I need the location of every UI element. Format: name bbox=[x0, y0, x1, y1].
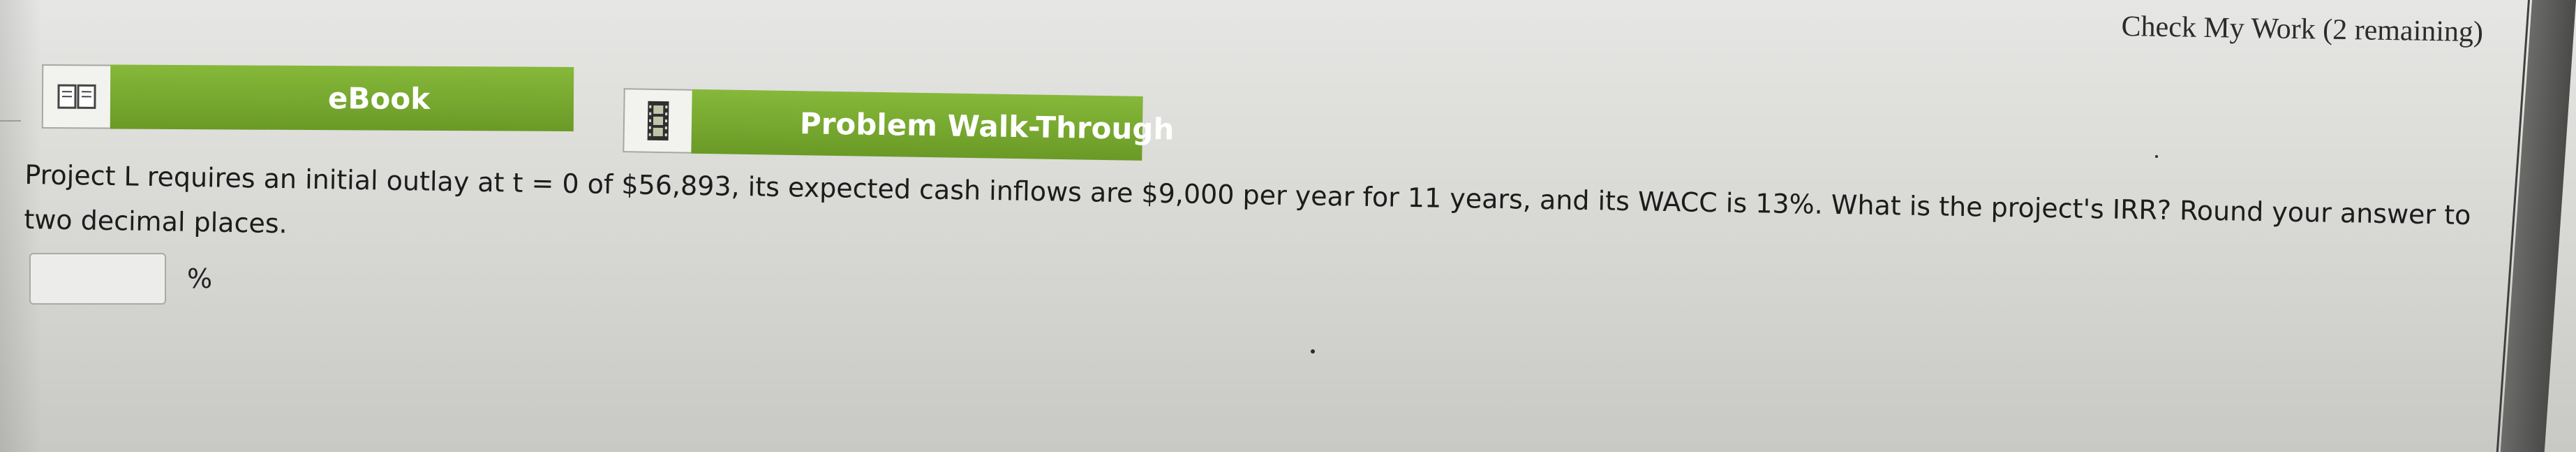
film-strip-icon bbox=[623, 88, 692, 154]
walkthrough-label: Problem Walk-Through bbox=[799, 105, 1175, 147]
ebook-bar[interactable]: eBook bbox=[110, 64, 574, 131]
problem-walkthrough-button[interactable]: Problem Walk-Through bbox=[623, 88, 1175, 161]
question-text: Project L requires an initial outlay at … bbox=[24, 159, 2471, 240]
answer-row: % bbox=[29, 253, 212, 305]
screen-speck bbox=[1311, 349, 1315, 353]
walkthrough-bar[interactable]: Problem Walk-Through bbox=[691, 89, 1175, 161]
screen-speck bbox=[2155, 155, 2158, 158]
irr-answer-input[interactable] bbox=[29, 253, 166, 305]
divider bbox=[0, 120, 21, 122]
ebook-button[interactable]: eBook bbox=[41, 64, 574, 131]
book-icon bbox=[41, 64, 111, 129]
check-my-work-link[interactable]: Check My Work (2 remaining) bbox=[2121, 10, 2483, 49]
assignment-page: Check My Work (2 remaining) eBook Proble… bbox=[0, 0, 2576, 452]
ebook-label: eBook bbox=[327, 80, 431, 116]
percent-unit: % bbox=[187, 263, 213, 294]
